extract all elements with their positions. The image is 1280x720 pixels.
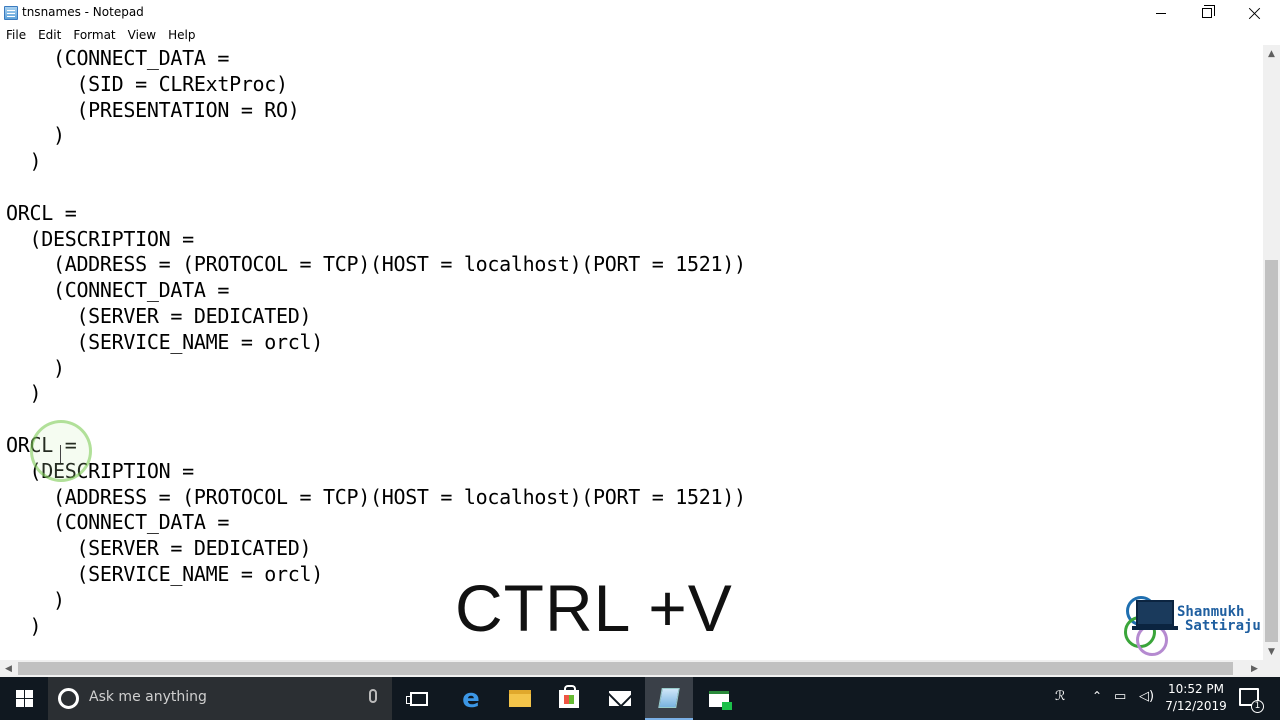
start-button[interactable] — [0, 677, 48, 720]
volume-icon[interactable]: ◁) — [1139, 689, 1154, 704]
people-icon[interactable]: ℛ — [1055, 689, 1065, 704]
mail-button[interactable] — [596, 677, 644, 720]
title-bar: tnsnames - Notepad — [0, 0, 1280, 26]
horizontal-scroll-thumb[interactable] — [18, 662, 1233, 675]
store-icon — [559, 684, 579, 708]
windows-start-icon — [15, 690, 33, 707]
network-icon[interactable]: ▭ — [1114, 689, 1126, 704]
editor-line: (SERVER = DEDICATED) — [6, 304, 312, 328]
laptop-icon — [1132, 600, 1178, 630]
menu-format[interactable]: Format — [67, 26, 121, 45]
editor-line: ) — [6, 149, 42, 174]
editor-line: (SERVICE_NAME = orcl) — [6, 329, 324, 354]
vertical-scroll-thumb[interactable] — [1265, 260, 1278, 642]
editor-line: (DESCRIPTION = — [6, 226, 194, 251]
sqlplus-icon — [709, 690, 732, 710]
file-explorer-button[interactable] — [496, 677, 544, 720]
edge-icon: e — [462, 683, 480, 714]
horizontal-scrollbar[interactable]: ◀ ▶ — [0, 660, 1263, 677]
editor-line: (ADDRESS = (PROTOCOL = TCP)(HOST = local… — [6, 484, 746, 509]
cursor-highlight — [30, 420, 92, 482]
menu-bar: File Edit Format View Help — [0, 26, 1280, 45]
editor-line: (PRESENTATION = RO) — [6, 97, 300, 122]
editor-line: (SERVICE_NAME = orcl) — [6, 562, 324, 586]
editor-line: ) — [6, 381, 42, 406]
edge-button[interactable]: e — [447, 677, 495, 720]
clock-time: 10:52 PM — [1168, 682, 1224, 696]
menu-help[interactable]: Help — [162, 26, 201, 45]
text-editor[interactable]: (CONNECT_DATA = (SID = CLRExtProc) (PRES… — [0, 45, 1263, 660]
watermark-line2: Sattiraju — [1185, 618, 1261, 634]
notepad-icon — [4, 6, 18, 20]
minimize-icon — [1156, 12, 1166, 14]
cortana-icon — [58, 688, 79, 709]
maximize-icon — [1202, 5, 1215, 18]
editor-line: (SID = CLRExtProc) — [6, 71, 288, 96]
channel-watermark: Shanmukh Sattiraju — [1122, 594, 1272, 660]
clock[interactable]: 10:52 PM 7/12/2019 — [1163, 681, 1229, 715]
notepad-taskbar-icon — [658, 687, 680, 708]
clock-date: 7/12/2019 — [1165, 699, 1227, 713]
store-button[interactable] — [545, 677, 593, 720]
search-placeholder: Ask me anything — [89, 689, 207, 705]
menu-edit[interactable]: Edit — [32, 26, 67, 45]
editor-line: ) — [6, 587, 65, 612]
text-caret — [60, 445, 61, 463]
menu-file[interactable]: File — [0, 26, 32, 45]
chevron-up-icon[interactable]: ⌃ — [1092, 689, 1102, 703]
menu-view[interactable]: View — [122, 26, 162, 45]
microphone-icon[interactable] — [369, 689, 377, 703]
file-explorer-icon — [509, 690, 531, 707]
taskbar: Ask me anything e ℛ ⌃ ▭ ◁) 10:52 PM 7/12… — [0, 677, 1280, 720]
editor-line: (CONNECT_DATA = — [6, 278, 230, 303]
editor-line: ) — [6, 355, 65, 380]
maximize-button[interactable] — [1184, 0, 1230, 26]
task-view-button[interactable] — [395, 677, 443, 720]
notification-count-badge: 1 — [1251, 700, 1264, 713]
minimize-button[interactable] — [1138, 0, 1184, 26]
scroll-left-icon[interactable]: ◀ — [0, 660, 17, 677]
notepad-taskbar-button[interactable] — [645, 677, 693, 720]
editor-line: ) — [6, 613, 42, 638]
scroll-up-icon[interactable]: ▲ — [1263, 45, 1280, 62]
sqlplus-taskbar-button[interactable] — [695, 677, 743, 720]
scroll-right-icon[interactable]: ▶ — [1246, 660, 1263, 677]
editor-line: (SERVER = DEDICATED) — [6, 536, 312, 561]
editor-line: ORCL = — [6, 200, 77, 225]
window-title: tnsnames - Notepad — [22, 5, 144, 19]
close-icon — [1249, 7, 1261, 19]
task-view-icon — [406, 691, 428, 706]
keyboard-shortcut-caption: CTRL +V — [455, 571, 733, 645]
editor-line: (CONNECT_DATA = — [6, 510, 230, 535]
cortana-search-box[interactable]: Ask me anything — [48, 677, 392, 720]
vertical-scrollbar[interactable]: ▲ ▼ — [1263, 45, 1280, 660]
close-button[interactable] — [1232, 0, 1278, 26]
editor-line: ) — [6, 123, 65, 148]
editor-line: (ADDRESS = (PROTOCOL = TCP)(HOST = local… — [6, 252, 746, 277]
scroll-down-icon[interactable]: ▼ — [1263, 643, 1280, 660]
editor-line: (CONNECT_DATA = — [6, 46, 230, 70]
mail-icon — [609, 691, 631, 706]
scrollbar-corner — [1263, 660, 1280, 677]
